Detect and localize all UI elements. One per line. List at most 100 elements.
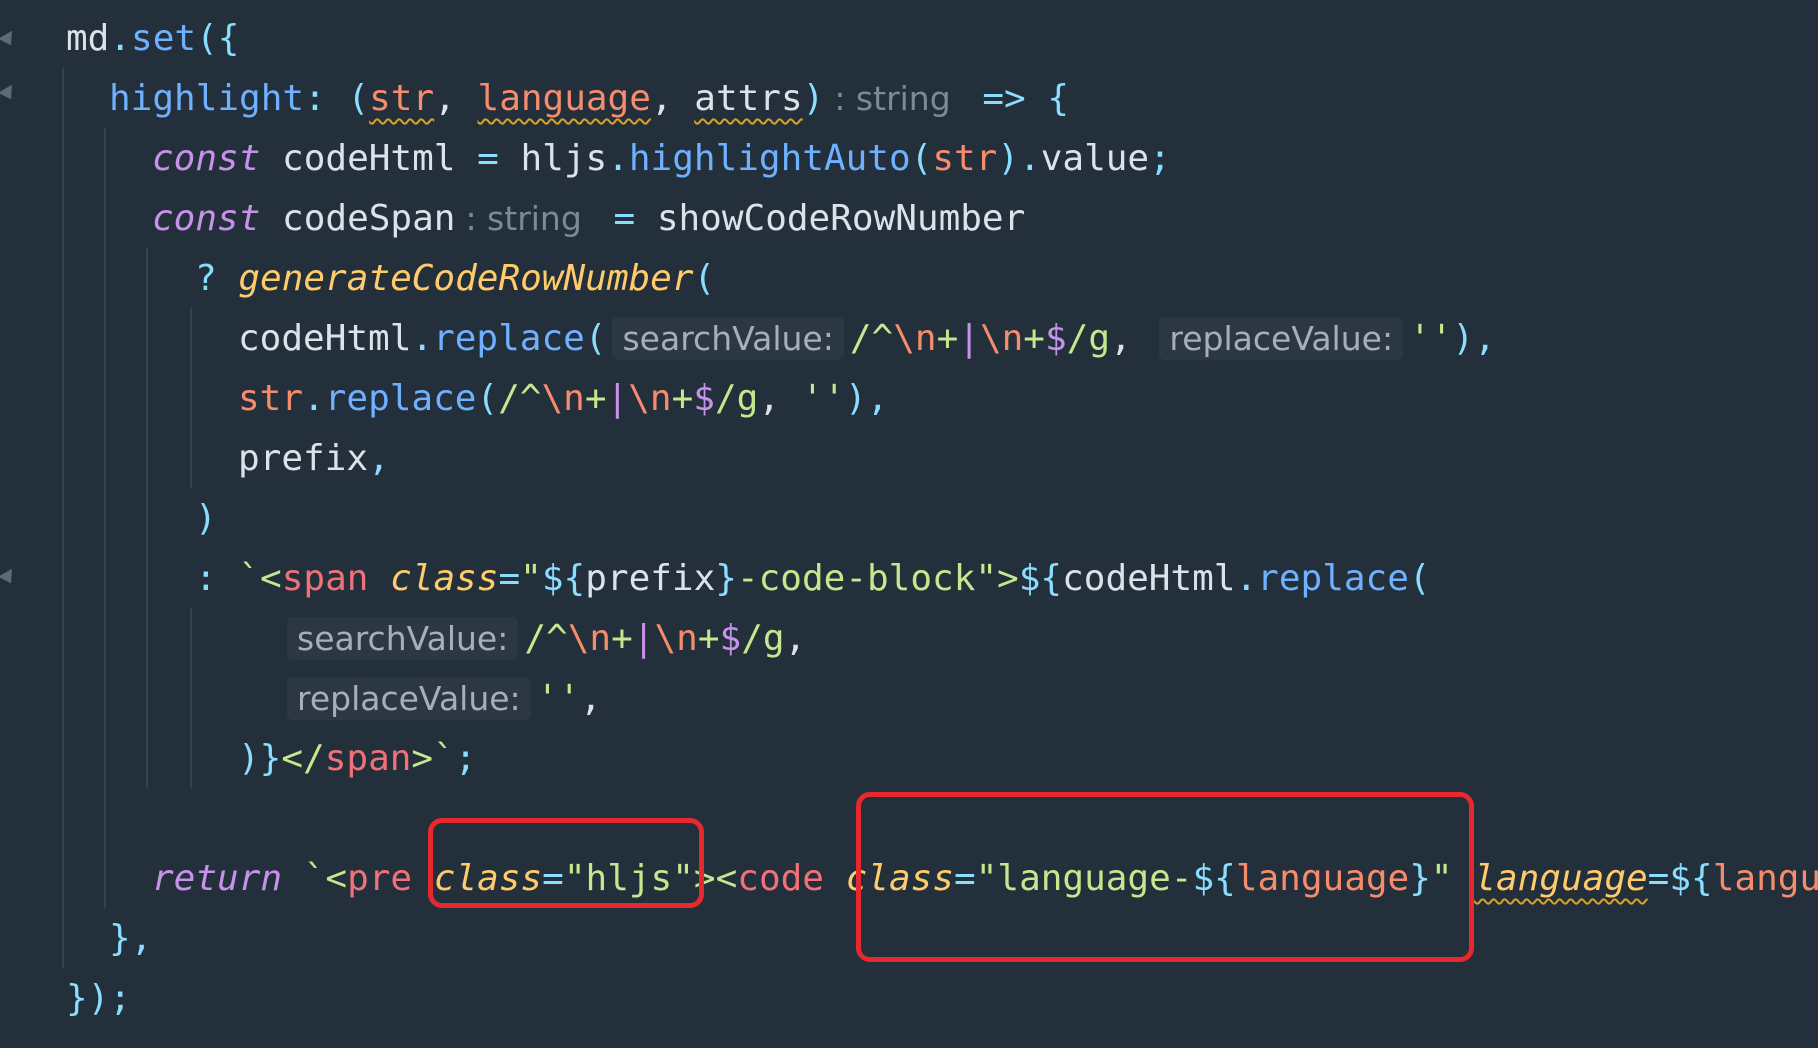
- highlight-box-language-class: [856, 792, 1474, 962]
- code-token: '': [801, 378, 846, 419]
- code-token: \n: [979, 318, 1024, 359]
- code-token: class: [390, 558, 499, 599]
- code-token: |: [606, 378, 629, 419]
- code-token: },: [109, 918, 153, 959]
- code-editor[interactable]: md.set({highlight: (str, language, attrs…: [0, 0, 1818, 1048]
- code-token: ;: [1149, 138, 1171, 179]
- code-token: {: [1047, 78, 1070, 119]
- code-line[interactable]: )}</span>`;: [238, 729, 476, 789]
- code-token: `<: [282, 858, 348, 899]
- code-token: \n: [628, 378, 672, 419]
- code-token: \n: [541, 378, 585, 419]
- code-token: highlight: [109, 78, 305, 119]
- code-token: ;: [454, 738, 477, 779]
- code-token: .: [1235, 558, 1258, 599]
- code-token: (: [693, 258, 716, 299]
- code-token: /^: [524, 618, 568, 659]
- code-token: /^: [849, 318, 894, 359]
- code-line[interactable]: str.replace(/^\n+|\n+$/g, ''),: [238, 369, 888, 429]
- indent-guide: [190, 308, 192, 488]
- code-token: const: [152, 138, 261, 179]
- code-token: .: [1019, 138, 1041, 179]
- code-token: const: [152, 198, 261, 239]
- code-token: >`: [411, 738, 455, 779]
- code-token: codeSpan: [260, 198, 456, 239]
- code-token: value: [1040, 138, 1150, 179]
- code-token: ,: [1110, 318, 1154, 359]
- code-token: /g: [714, 378, 759, 419]
- code-token: ${: [1669, 858, 1713, 899]
- code-token: =>: [960, 78, 1048, 119]
- code-token: =: [591, 198, 657, 239]
- code-token: replace: [1257, 558, 1409, 599]
- code-token: (: [476, 378, 499, 419]
- code-token: |: [632, 618, 655, 659]
- code-line[interactable]: codeHtml.replace(searchValue:/^\n+|\n+$/…: [238, 309, 1496, 369]
- code-token: (: [347, 78, 370, 119]
- code-token: showCodeRowNumber: [656, 198, 1026, 239]
- editor-gutter: [0, 0, 24, 1048]
- code-token: generateCodeRowNumber: [238, 258, 694, 299]
- code-line[interactable]: highlight: (str, language, attrs): strin…: [109, 69, 1069, 129]
- code-token: (: [910, 138, 933, 179]
- code-token: =: [1647, 858, 1670, 899]
- code-token: return: [152, 858, 283, 899]
- code-token: \n: [654, 618, 698, 659]
- code-line[interactable]: });: [66, 969, 131, 1029]
- code-token: .: [109, 18, 132, 59]
- code-line[interactable]: prefix,: [238, 429, 390, 489]
- code-line[interactable]: ): [195, 489, 217, 549]
- code-token: $: [719, 618, 742, 659]
- code-line[interactable]: md.set({: [66, 9, 239, 69]
- code-token: replace: [433, 318, 585, 359]
- code-line[interactable]: : `<span class="${prefix}-code-block">${…: [195, 549, 1431, 609]
- code-line[interactable]: },: [109, 909, 152, 969]
- code-token: )}: [238, 738, 282, 779]
- code-line[interactable]: const codeHtml = hljs.highlightAuto(str)…: [152, 129, 1171, 189]
- code-token: ),: [1452, 318, 1496, 359]
- code-line[interactable]: const codeSpan: string = showCodeRowNumb…: [152, 189, 1025, 249]
- inlay-parameter-hint: searchValue:: [612, 317, 844, 360]
- code-token: str: [238, 378, 304, 419]
- code-token: .: [607, 138, 629, 179]
- code-token: </: [281, 738, 325, 779]
- code-token: +: [671, 378, 694, 419]
- code-line[interactable]: replaceValue: '',: [281, 669, 602, 729]
- code-token: ,: [368, 438, 390, 479]
- code-token: prefix: [238, 438, 369, 479]
- code-token: |: [958, 318, 980, 359]
- fold-arrow-icon[interactable]: [0, 568, 18, 588]
- code-token: language: [1474, 858, 1648, 899]
- code-token: =: [477, 138, 499, 179]
- code-line[interactable]: ? generateCodeRowNumber(: [195, 249, 715, 309]
- indent-guide: [190, 608, 192, 788]
- code-token: ?: [195, 258, 239, 299]
- code-token: '': [536, 678, 581, 719]
- code-token: ),: [845, 378, 889, 419]
- inlay-parameter-hint: searchValue:: [287, 617, 519, 660]
- code-token: (: [1408, 558, 1431, 599]
- code-token: ,: [580, 678, 602, 719]
- indent-guide: [62, 68, 64, 968]
- code-token: >: [997, 558, 1019, 599]
- code-token: str: [369, 78, 435, 119]
- code-token: span: [324, 738, 412, 779]
- code-token: .: [411, 318, 434, 359]
- fold-arrow-icon[interactable]: [0, 30, 18, 50]
- code-token: ): [802, 78, 825, 119]
- code-token: ,: [784, 618, 807, 659]
- fold-arrow-icon[interactable]: [0, 84, 18, 104]
- code-token: $: [693, 378, 715, 419]
- code-token: ): [195, 498, 217, 539]
- code-token: -code-block": [736, 558, 998, 599]
- code-token: }: [715, 558, 737, 599]
- code-token: attrs: [694, 78, 803, 119]
- code-token: ${: [541, 558, 586, 599]
- code-token: code: [737, 858, 824, 899]
- inlay-parameter-hint: replaceValue:: [287, 677, 531, 720]
- code-token: ,: [758, 378, 802, 419]
- code-line[interactable]: searchValue:/^\n+|\n+$/g,: [281, 609, 806, 669]
- code-token: (: [584, 318, 607, 359]
- inlay-type-hint: : string: [465, 199, 582, 238]
